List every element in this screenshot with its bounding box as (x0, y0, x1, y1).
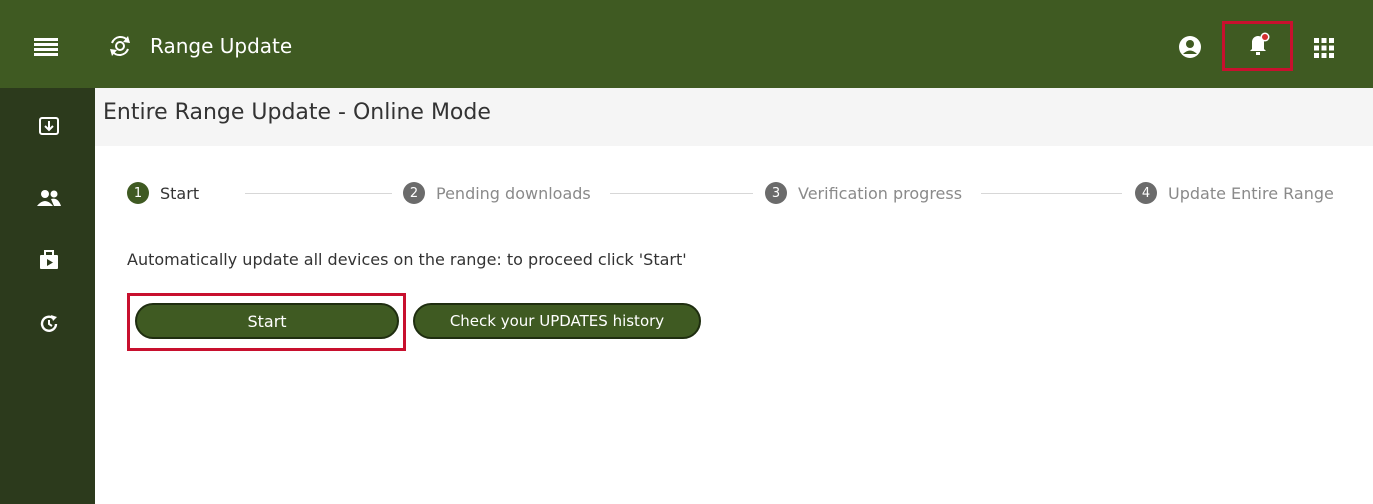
account-circle-icon[interactable] (1178, 35, 1202, 59)
sidebar-item-users[interactable] (37, 188, 61, 212)
history-refresh-icon (38, 313, 60, 339)
step-start[interactable]: 1 Start (127, 180, 199, 206)
step-number: 3 (765, 182, 787, 204)
step-number: 1 (127, 182, 149, 204)
step-number: 4 (1135, 182, 1157, 204)
step-connector (610, 193, 753, 194)
step-pending-downloads[interactable]: 2 Pending downloads (403, 180, 591, 206)
apps-grid-icon[interactable] (1313, 37, 1335, 59)
page-header: Entire Range Update - Online Mode (95, 88, 1373, 146)
users-icon (36, 188, 62, 212)
step-label: Verification progress (798, 183, 963, 203)
step-connector (981, 193, 1122, 194)
app-title: Range Update (150, 34, 293, 58)
step-connector (245, 193, 392, 194)
sidebar-item-downloads[interactable] (37, 116, 61, 140)
sidebar-item-history[interactable] (37, 314, 61, 338)
app-root: Range Update Entire Range Update - Onlin… (0, 0, 1373, 504)
step-number: 2 (403, 182, 425, 204)
notifications-button[interactable] (1222, 21, 1293, 71)
step-label: Pending downloads (436, 183, 591, 203)
refresh-cycle-icon (106, 32, 134, 60)
step-verification-progress[interactable]: 3 Verification progress (765, 180, 962, 206)
page-title: Entire Range Update - Online Mode (103, 100, 491, 125)
top-bar: Range Update (0, 0, 1373, 88)
updates-history-button[interactable]: Check your UPDATES history (413, 303, 701, 339)
sidebar-item-tasks[interactable] (37, 250, 61, 274)
step-update-entire-range[interactable]: 4 Update Entire Range (1135, 180, 1334, 206)
hamburger-menu-icon[interactable] (30, 34, 62, 60)
instruction-text: Automatically update all devices on the … (127, 250, 687, 269)
sidebar (0, 88, 95, 504)
step-label: Update Entire Range (1168, 183, 1334, 203)
download-box-icon (38, 115, 60, 141)
step-label: Start (160, 183, 200, 203)
briefcase-play-icon (38, 249, 60, 275)
start-button[interactable]: Start (135, 303, 399, 339)
bell-alert-icon (1245, 31, 1271, 61)
